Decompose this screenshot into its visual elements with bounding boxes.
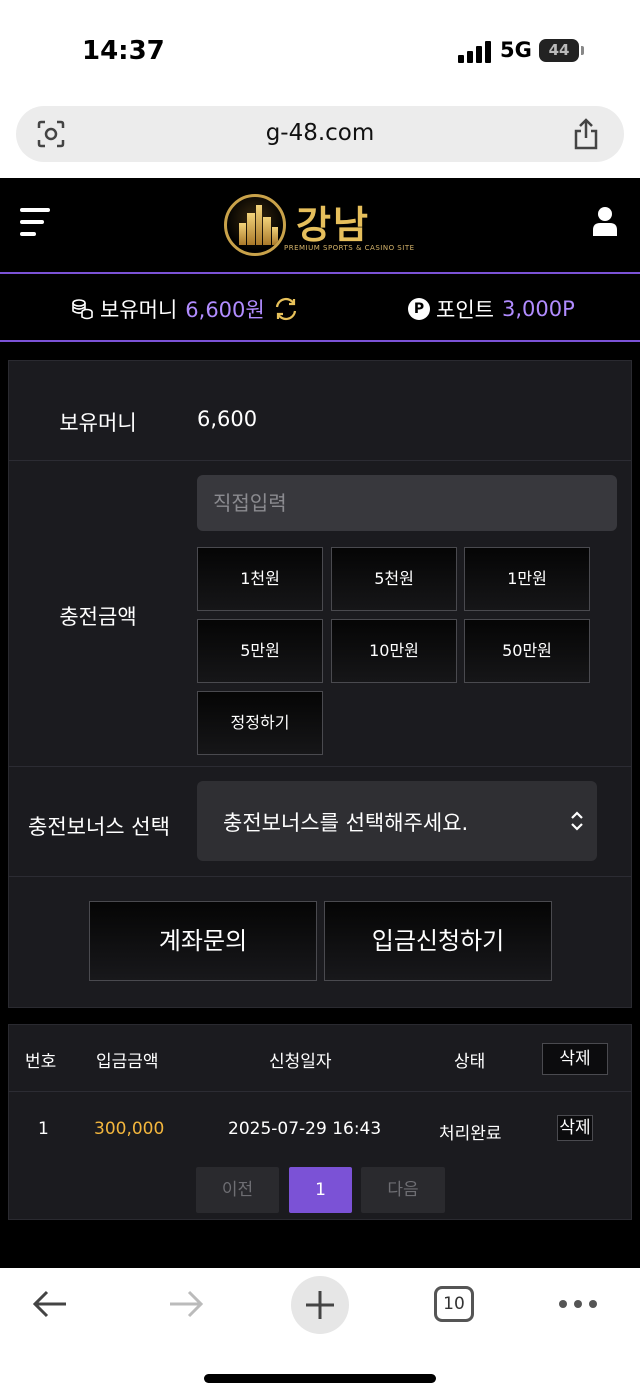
browser-url-area: g-48.com	[0, 100, 640, 178]
home-indicator	[204, 1374, 436, 1383]
battery-nub	[581, 46, 584, 55]
amount-label: 충전금액	[59, 605, 137, 629]
user-icon[interactable]	[592, 206, 618, 236]
chevron-updown-icon	[571, 811, 583, 831]
row-date: 2025-07-29 16:43	[228, 1119, 382, 1139]
column-status: 상태	[454, 1052, 486, 1072]
prev-page-button[interactable]: 이전	[196, 1167, 279, 1213]
site-logo[interactable]: 강남 PREMIUM SPORTS & CASINO SITE	[224, 192, 424, 262]
money-value: 6,600원	[185, 298, 265, 322]
delete-all-button[interactable]: 삭제	[542, 1043, 608, 1075]
back-arrow-icon[interactable]	[30, 1288, 70, 1320]
forward-arrow-icon[interactable]	[166, 1288, 206, 1320]
money-balance: 보유머니 6,600원	[70, 294, 299, 324]
row-no: 1	[38, 1119, 49, 1139]
deposit-submit-button[interactable]: 입금신청하기	[324, 901, 552, 981]
row-delete-button[interactable]: 삭제	[557, 1115, 593, 1141]
column-date: 신청일자	[269, 1052, 332, 1072]
coins-icon	[72, 299, 93, 320]
column-amount: 입금금액	[96, 1052, 159, 1072]
logo-subtitle: PREMIUM SPORTS & CASINO SITE	[284, 244, 415, 252]
logo-building-icon	[224, 194, 286, 256]
address-bar[interactable]: g-48.com	[16, 106, 624, 162]
point-balance: P 포인트 3,000P	[408, 294, 575, 324]
hamburger-menu-icon[interactable]	[20, 208, 50, 236]
share-icon[interactable]	[572, 118, 600, 150]
refresh-icon[interactable]	[273, 296, 299, 322]
account-inquiry-button[interactable]: 계좌문의	[89, 901, 317, 981]
plus-icon	[306, 1291, 334, 1319]
table-divider	[9, 1091, 631, 1092]
next-page-button[interactable]: 다음	[361, 1167, 445, 1213]
tabs-button[interactable]: 10	[434, 1286, 474, 1322]
amount-button-100k[interactable]: 10만원	[331, 619, 457, 683]
row-amount: 300,000	[94, 1119, 165, 1139]
url-text[interactable]: g-48.com	[16, 120, 624, 146]
status-time: 14:37	[82, 36, 165, 66]
amount-button-10k[interactable]: 1만원	[464, 547, 590, 611]
deposit-history: 번호 입금금액 신청일자 상태 삭제 1 300,000 2025-07-29 …	[8, 1024, 632, 1220]
amount-button-1k[interactable]: 1천원	[197, 547, 323, 611]
battery-icon: 44	[539, 39, 579, 62]
money-row: 보유머니 6,600	[9, 361, 631, 461]
column-no: 번호	[25, 1052, 57, 1072]
more-options-icon[interactable]	[558, 1298, 598, 1310]
amount-button-5k[interactable]: 5천원	[331, 547, 457, 611]
money-row-value: 6,600	[197, 407, 258, 431]
point-label: 포인트	[436, 298, 494, 322]
money-label: 보유머니	[100, 298, 178, 322]
signal-icon	[458, 41, 492, 63]
status-bar: 14:37 5G 44	[0, 0, 640, 100]
site-header: 강남 PREMIUM SPORTS & CASINO SITE	[0, 178, 640, 274]
point-icon: P	[408, 298, 430, 320]
bonus-select[interactable]: 충전보너스를 선택해주세요.	[197, 781, 597, 861]
money-row-label: 보유머니	[59, 411, 137, 435]
amount-input[interactable]	[197, 475, 617, 531]
bonus-selected-value: 충전보너스를 선택해주세요.	[223, 811, 469, 835]
browser-toolbar: 10	[0, 1268, 640, 1393]
logo-text: 강남	[296, 203, 370, 247]
amount-reset-button[interactable]: 정정하기	[197, 691, 323, 755]
current-page-button[interactable]: 1	[289, 1167, 352, 1213]
deposit-form: 보유머니 6,600 충전금액 1천원 5천원 1만원 5만원 10만원 50만…	[8, 360, 632, 1008]
amount-button-50k[interactable]: 5만원	[197, 619, 323, 683]
bonus-label: 충전보너스 선택	[28, 815, 170, 839]
network-type: 5G	[500, 38, 532, 62]
balance-bar: 보유머니 6,600원 P 포인트 3,000P	[0, 276, 640, 342]
new-tab-button[interactable]	[291, 1276, 349, 1334]
row-status: 처리완료	[439, 1124, 502, 1144]
point-value: 3,000P	[501, 297, 575, 321]
amount-button-500k[interactable]: 50만원	[464, 619, 590, 683]
